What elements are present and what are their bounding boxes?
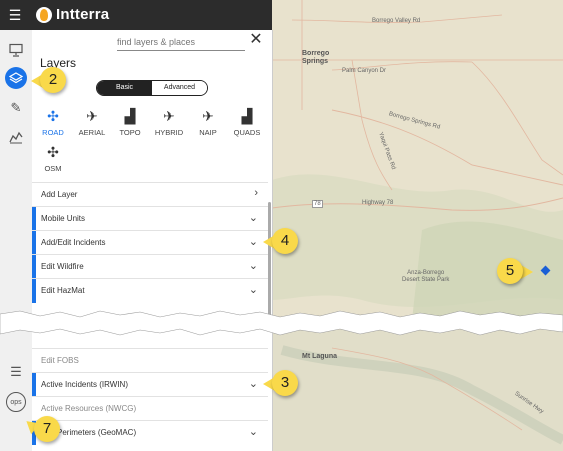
airplane-icon: ✈ [86, 108, 98, 124]
row-edit-wildfire[interactable]: Edit Wildfire ⌄ [32, 254, 268, 279]
list-icon[interactable]: ☰ [6, 362, 26, 382]
callout-4: 4 [263, 228, 298, 254]
presentation-icon[interactable] [6, 40, 26, 60]
map-label-borrego-valley-rd: Borrego Valley Rd [372, 18, 421, 24]
layers-icon[interactable] [5, 67, 27, 89]
map-label-anza-borrego: Anza-Borrego Desert State Park [402, 270, 450, 283]
toggle-basic[interactable]: Basic [97, 81, 152, 95]
airplane-icon: ✈ [202, 108, 214, 124]
basic-advanced-toggle[interactable]: Basic Advanced [96, 80, 208, 96]
row-active-resources[interactable]: Active Resources (NWCG) [32, 396, 268, 421]
mountain-icon: ▟ [241, 108, 253, 124]
chevron-down-icon: ⌄ [248, 426, 258, 438]
chevron-down-icon: ⌄ [248, 378, 258, 390]
basemap-topo[interactable]: ▟ TOPO [112, 108, 148, 137]
pencil-icon[interactable]: ✎ [6, 98, 26, 118]
layers-panel: ✕ Layers Basic Advanced ✣ ROAD ✈ AERIAL … [32, 30, 273, 451]
torn-edge [0, 310, 563, 336]
row-mobile-units[interactable]: Mobile Units ⌄ [32, 206, 268, 231]
row-add-edit-incidents[interactable]: Add/Edit Incidents ⌄ [32, 230, 268, 255]
row-active-incidents[interactable]: Active Incidents (IRWIN) ⌄ [32, 372, 268, 397]
callout-7: 7 [21, 415, 60, 442]
map-label-mt-laguna: Mt Laguna [302, 353, 337, 360]
callout-3: 3 [263, 370, 298, 396]
row-edit-fobs[interactable]: Edit FOBS [32, 348, 268, 373]
chevron-right-icon: › [254, 187, 258, 199]
basemap-aerial[interactable]: ✈ AERIAL [74, 108, 110, 137]
map-roads [272, 0, 563, 451]
app-header: ☰ Intterra [0, 0, 272, 30]
chevron-down-icon: ⌄ [248, 260, 258, 272]
chevron-down-icon: ⌄ [248, 212, 258, 224]
close-icon[interactable]: ✕ [248, 32, 264, 48]
basemap-hybrid[interactable]: ✈ HYBRID [151, 108, 187, 137]
road-icon: ✣ [47, 144, 59, 160]
ops-badge[interactable]: ops [6, 392, 26, 412]
mountain-icon: ▟ [124, 108, 136, 124]
search-input[interactable] [117, 34, 245, 51]
callout-2: 2 [31, 67, 66, 93]
active-indicator [32, 207, 36, 231]
map-label-palm-canyon-dr: Palm Canyon Dr [342, 68, 387, 74]
chevron-down-icon: ⌄ [248, 236, 258, 248]
scrollbar[interactable] [268, 202, 271, 322]
active-indicator [32, 231, 36, 255]
active-indicator [32, 373, 36, 397]
callout-5: 5 [497, 258, 533, 284]
left-rail: ✎ ☰ ops [0, 30, 33, 451]
chart-icon[interactable] [6, 127, 26, 147]
highway-shield: 78 [312, 200, 323, 208]
basemap-quads[interactable]: ▟ QUADS [229, 108, 265, 137]
hamburger-icon[interactable]: ☰ [7, 7, 23, 23]
map-label-highway-78: Highway 78 [362, 200, 394, 206]
row-edit-hazmat[interactable]: Edit HazMat ⌄ [32, 278, 268, 303]
chevron-down-icon: ⌄ [248, 284, 258, 296]
map-label-borrego-springs: Borrego Springs [302, 50, 330, 65]
map-view[interactable]: Borrego Springs Borrego Valley Rd Palm C… [272, 0, 563, 451]
toggle-advanced[interactable]: Advanced [152, 81, 207, 95]
flame-icon [40, 9, 48, 21]
active-indicator [32, 279, 36, 303]
active-indicator [32, 255, 36, 279]
basemap-road[interactable]: ✣ ROAD [35, 108, 71, 137]
basemap-osm[interactable]: ✣ OSM [35, 144, 71, 173]
row-add-layer[interactable]: Add Layer › [32, 182, 268, 207]
row-fire-perimeters[interactable]: Fire Perimeters (GeoMAC) ⌄ [32, 420, 268, 445]
brand-name: Intterra [56, 6, 110, 23]
basemap-naip[interactable]: ✈ NAIP [190, 108, 226, 137]
airplane-icon: ✈ [163, 108, 175, 124]
road-icon: ✣ [47, 108, 59, 124]
